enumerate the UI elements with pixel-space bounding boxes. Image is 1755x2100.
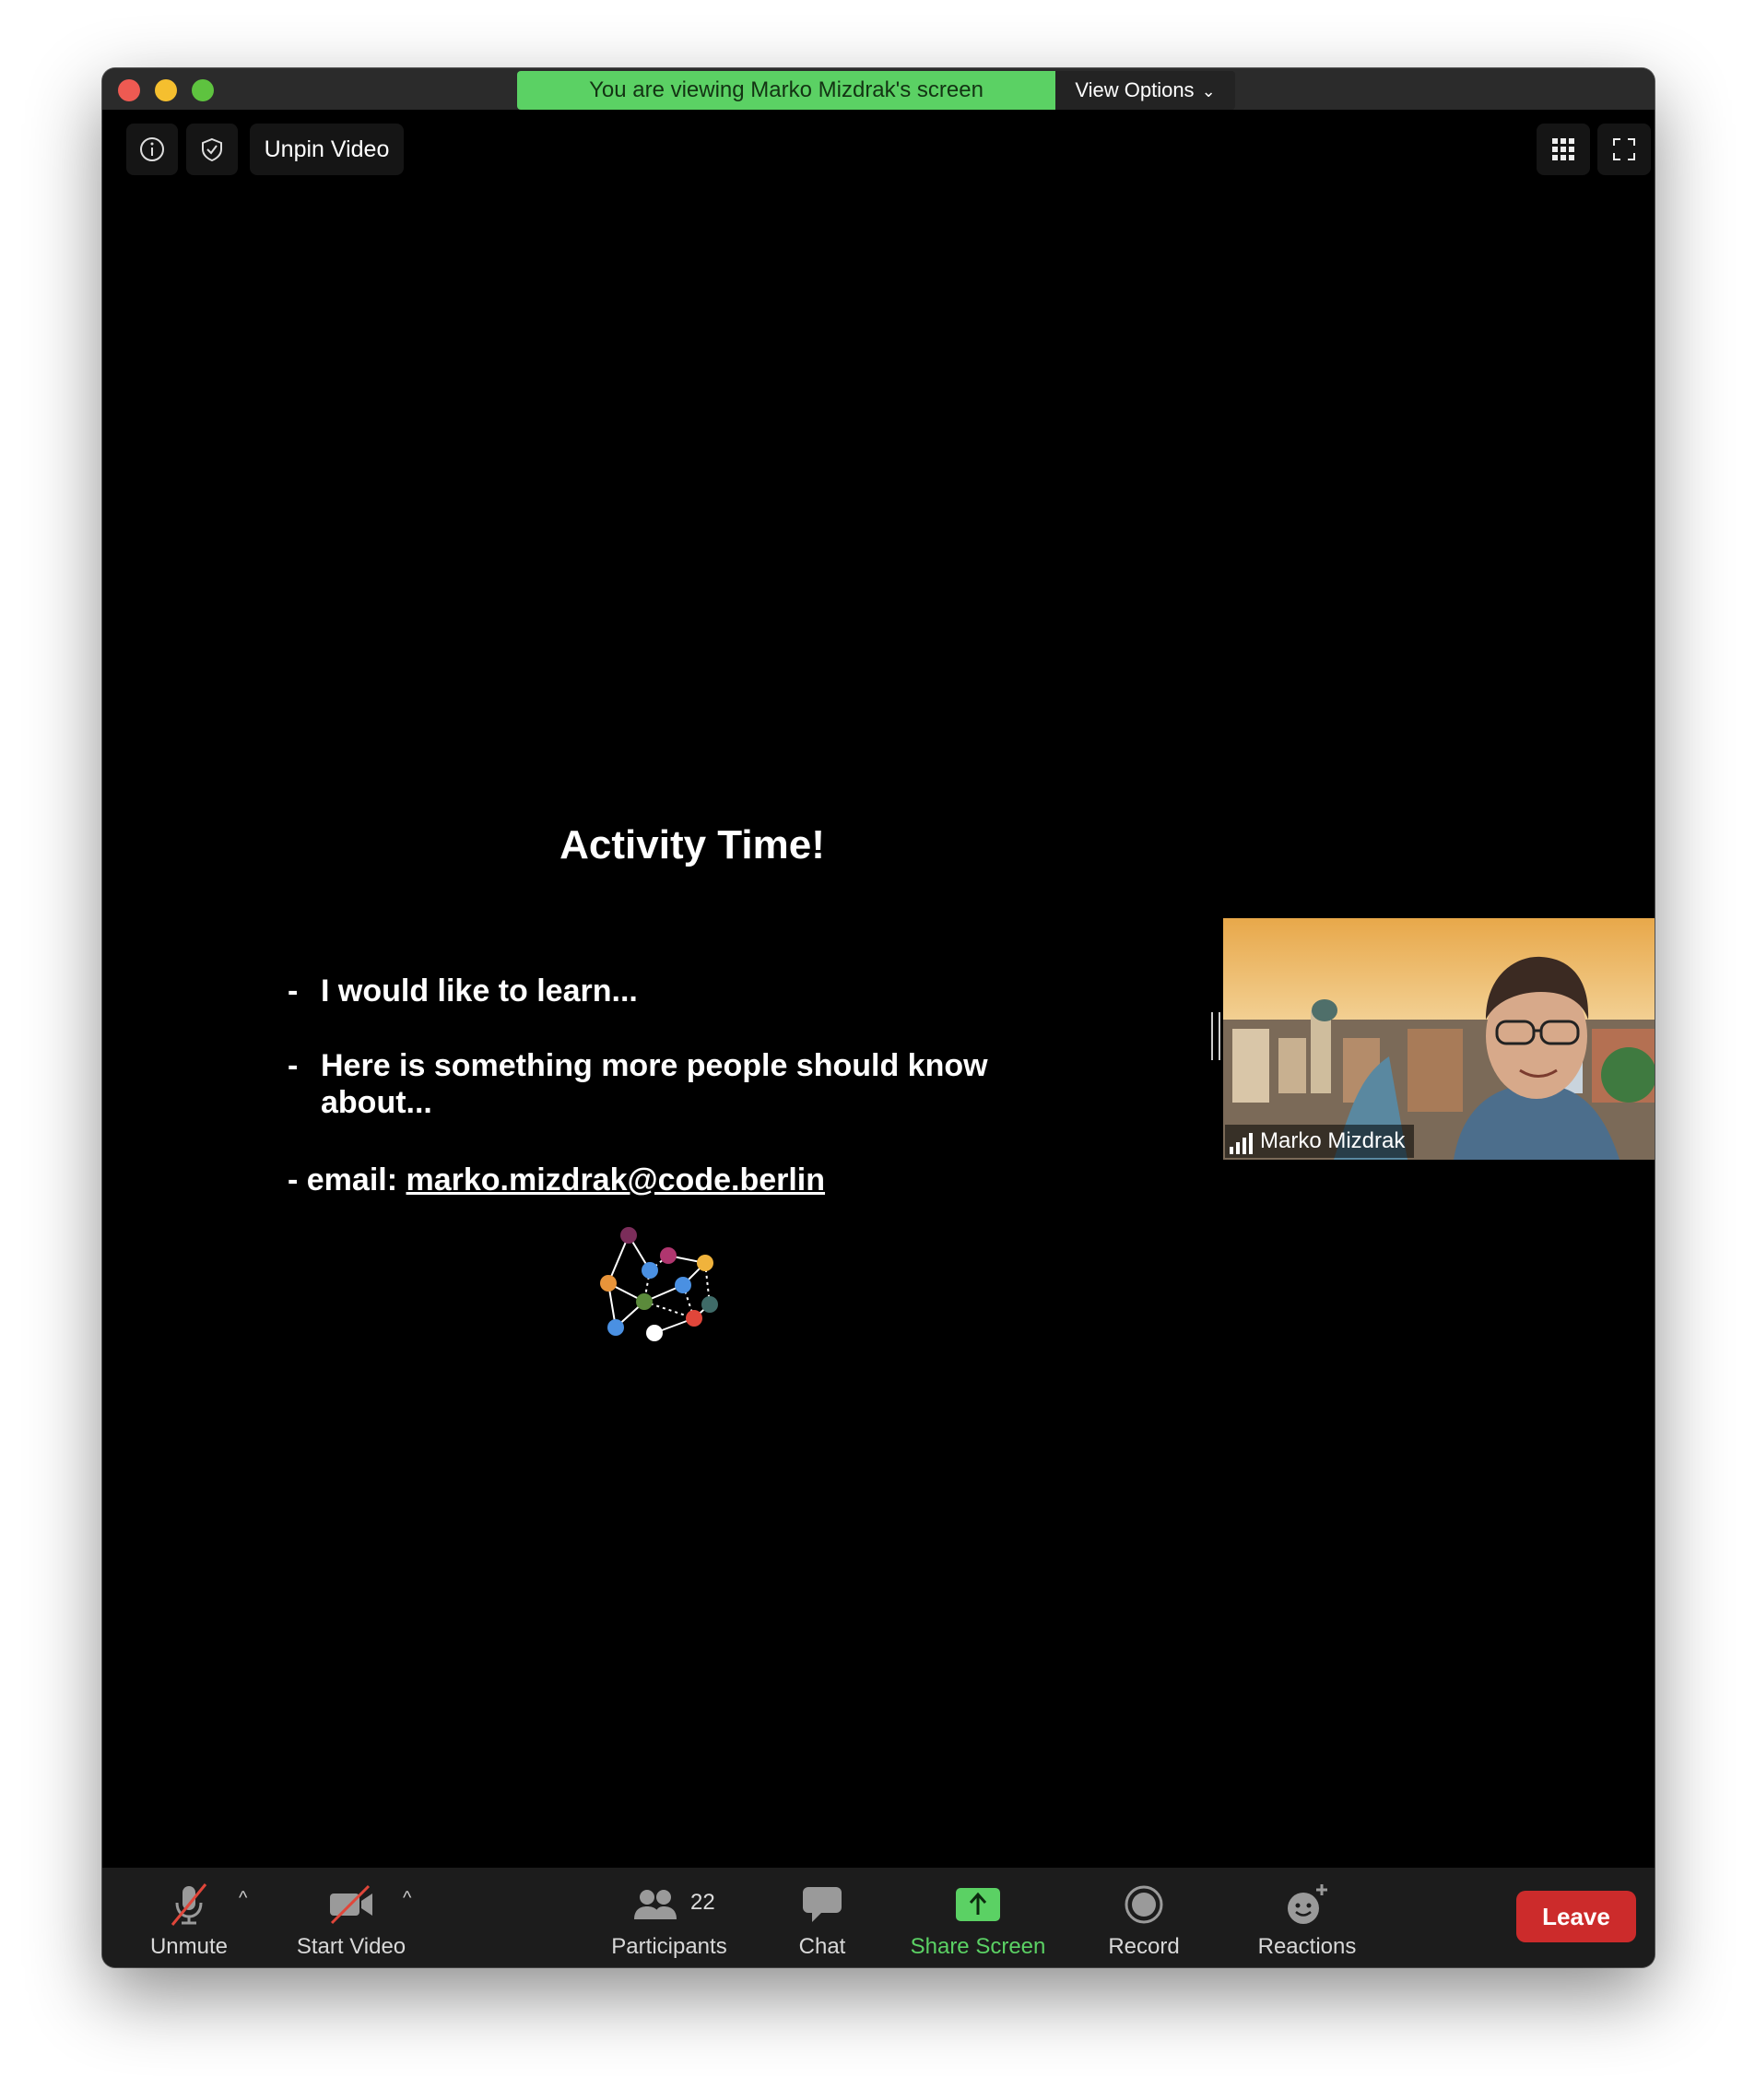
network-logo-icon	[600, 1227, 718, 1341]
logo-node	[646, 1325, 663, 1341]
logo-node	[697, 1255, 713, 1271]
reactions-button[interactable]: Reactions	[1238, 1868, 1376, 1967]
record-icon	[1125, 1885, 1163, 1924]
slide-bullet: -I would like to learn...	[288, 973, 638, 1009]
logo-node	[600, 1275, 617, 1292]
maximize-window-button[interactable]	[192, 79, 214, 101]
grid-icon	[1552, 138, 1574, 160]
chat-button[interactable]: Chat	[776, 1868, 868, 1967]
signal-strength-icon	[1230, 1133, 1253, 1154]
record-button[interactable]: Record	[1089, 1868, 1199, 1967]
participant-video-image	[1223, 918, 1655, 1160]
participants-label: Participants	[611, 1934, 727, 1959]
participants-count: 22	[690, 1890, 715, 1915]
slide-bullet: - Here is something more people should kn…	[288, 1047, 1080, 1121]
chevron-down-icon: ⌄	[1201, 82, 1216, 100]
unmute-button[interactable]: Unmute	[134, 1868, 244, 1967]
slide-title: Activity Time!	[559, 822, 825, 867]
start-video-button[interactable]: Start Video	[281, 1868, 421, 1967]
share-screen-button[interactable]: Share Screen	[895, 1868, 1061, 1967]
title-bar: You are viewing Marko Mizdrak's screen V…	[102, 68, 1655, 110]
chat-bubble-icon	[803, 1887, 842, 1922]
shield-check-icon	[202, 137, 222, 162]
reactions-label: Reactions	[1257, 1934, 1357, 1959]
logo-node	[686, 1310, 702, 1327]
zoom-window: You are viewing Marko Mizdrak's screen V…	[102, 68, 1655, 1967]
participants-button[interactable]: 22 Participants	[595, 1868, 743, 1967]
security-button[interactable]	[186, 124, 238, 175]
email-link[interactable]: marko.mizdrak@code.berlin	[406, 1162, 826, 1197]
bullet-dash: -	[288, 1048, 299, 1083]
unmute-label: Unmute	[149, 1934, 229, 1959]
add-reaction-icon	[1288, 1884, 1327, 1924]
share-screen-label: Share Screen	[910, 1934, 1046, 1959]
minimize-window-button[interactable]	[155, 79, 177, 101]
logo-node	[675, 1277, 691, 1293]
tile-resize-handle[interactable]	[1211, 1012, 1220, 1060]
leave-meeting-button[interactable]: Leave	[1516, 1891, 1636, 1942]
unpin-video-button[interactable]: Unpin Video	[250, 124, 404, 175]
fullscreen-icon	[1613, 138, 1635, 160]
close-window-button[interactable]	[118, 79, 140, 101]
video-camera-off-icon	[330, 1884, 372, 1925]
meeting-info-button[interactable]	[126, 124, 178, 175]
participants-icon	[634, 1890, 677, 1919]
gallery-view-button[interactable]	[1537, 124, 1590, 175]
bullet-text: I would like to learn...	[321, 973, 638, 1009]
view-options-button[interactable]: View Options ⌄	[1055, 71, 1235, 110]
meeting-toolbar: Unmute ^ Start Video ^ 22 Participants C…	[102, 1868, 1655, 1967]
start-video-label: Start Video	[296, 1934, 406, 1959]
fullscreen-button[interactable]	[1597, 124, 1651, 175]
chat-label: Chat	[798, 1934, 846, 1959]
share-screen-arrow-icon	[956, 1888, 1000, 1921]
participant-video-tile[interactable]	[1223, 918, 1655, 1160]
logo-node	[636, 1293, 653, 1310]
screen-share-banner: You are viewing Marko Mizdrak's screen	[517, 71, 1055, 110]
video-options-caret-icon[interactable]: ^	[403, 1888, 411, 1909]
info-icon	[140, 137, 164, 161]
bullet-text: Here is something more people should kno…	[321, 1048, 988, 1120]
record-label: Record	[1108, 1934, 1180, 1959]
logo-node	[607, 1319, 624, 1336]
audio-options-caret-icon[interactable]: ^	[239, 1888, 247, 1909]
microphone-muted-icon	[171, 1883, 207, 1926]
email-prefix: - email:	[288, 1162, 398, 1197]
bullet-dash: -	[288, 973, 299, 1009]
logo-node	[660, 1247, 677, 1264]
view-options-label: View Options	[1075, 78, 1195, 101]
logo-node	[642, 1262, 658, 1279]
email-line: - email: marko.mizdrak@code.berlin	[288, 1162, 825, 1198]
logo-node	[701, 1296, 718, 1313]
logo-node	[620, 1227, 637, 1244]
